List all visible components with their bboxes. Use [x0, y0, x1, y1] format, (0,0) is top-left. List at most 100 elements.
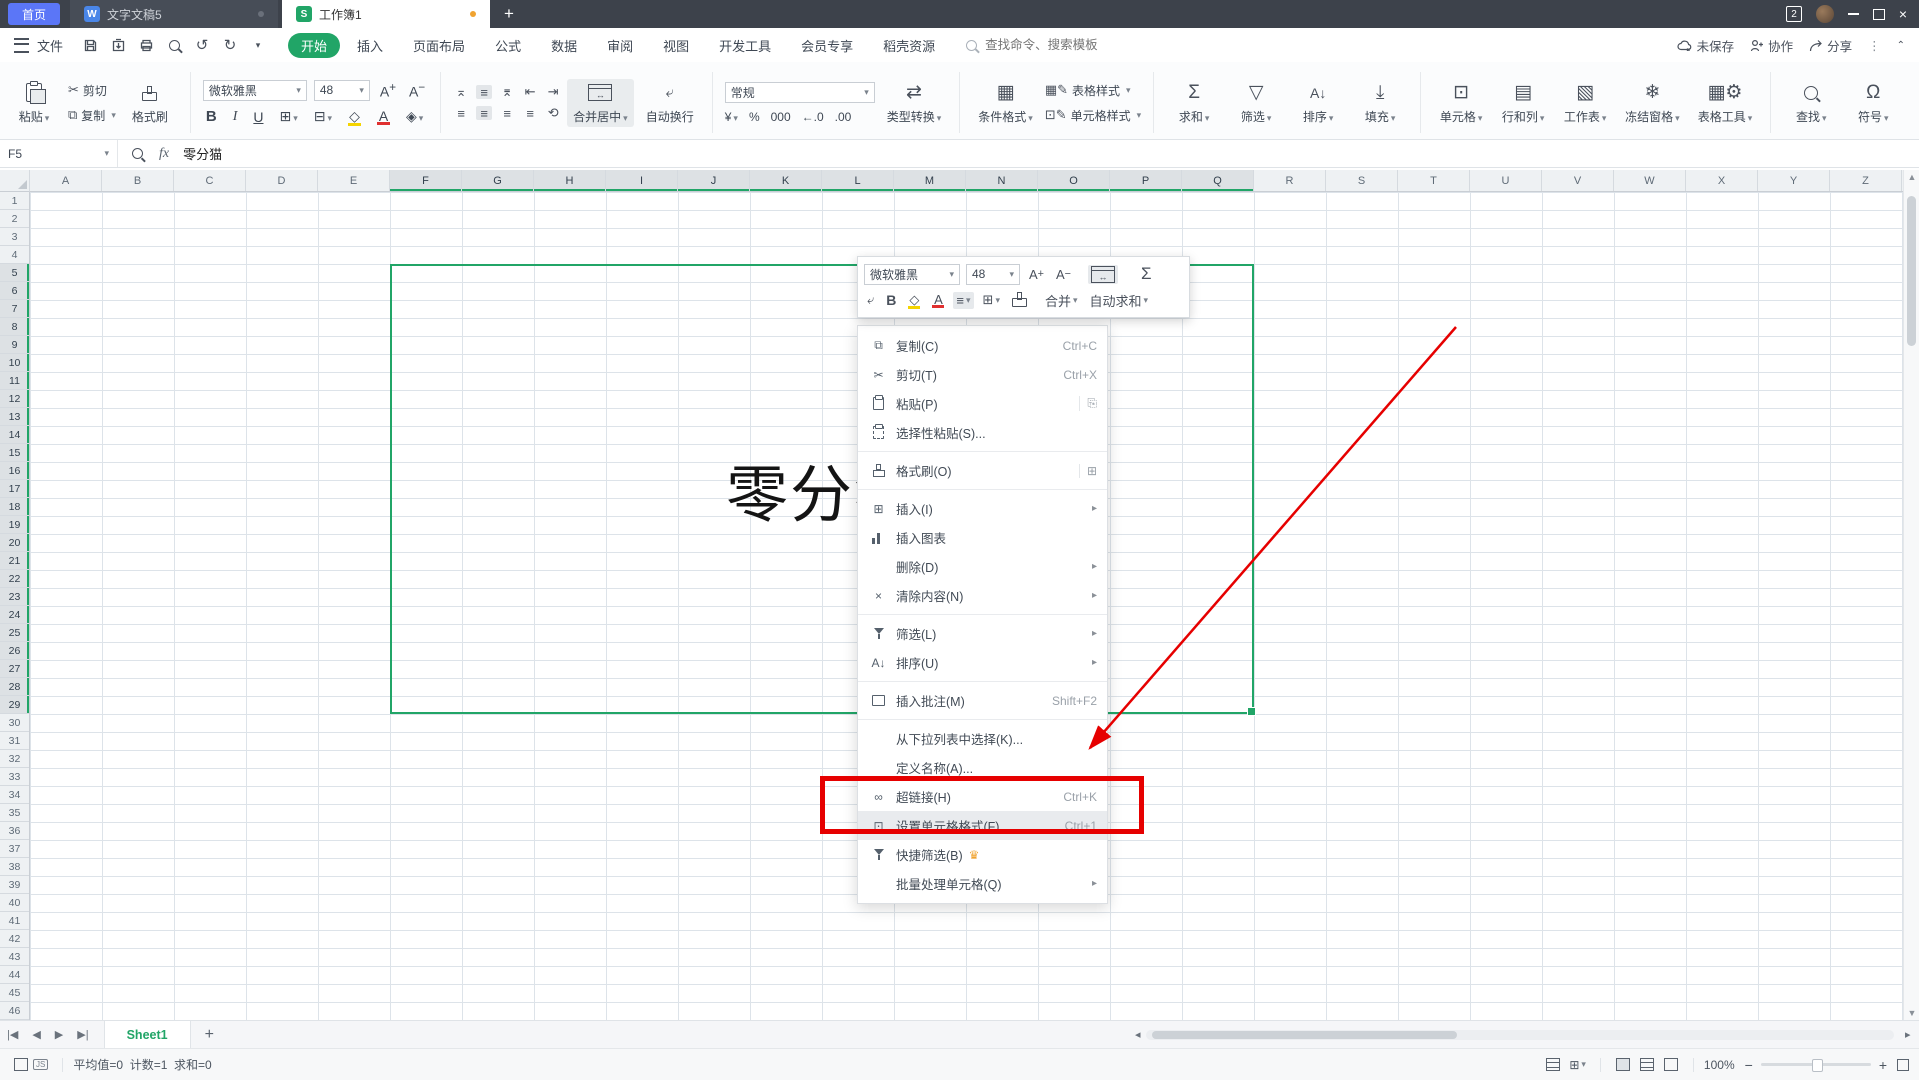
- mini-fill-color-button[interactable]: ◇: [905, 291, 923, 310]
- row-header[interactable]: 20: [0, 534, 29, 552]
- context-menu-item[interactable]: 快捷筛选(B)♛: [858, 840, 1107, 869]
- zoom-level[interactable]: 100%: [1704, 1058, 1735, 1072]
- mini-decrease-font-button[interactable]: A−: [1053, 266, 1074, 283]
- mini-align-button[interactable]: ≡▾: [953, 292, 973, 309]
- column-header[interactable]: L: [822, 170, 894, 191]
- zoom-slider[interactable]: [1761, 1063, 1871, 1066]
- fill-button[interactable]: ⤓ 填充▾: [1352, 79, 1408, 127]
- column-header[interactable]: N: [966, 170, 1038, 191]
- column-header[interactable]: U: [1470, 170, 1542, 191]
- column-header[interactable]: C: [174, 170, 246, 191]
- menu-开始[interactable]: 开始: [288, 33, 340, 58]
- column-header[interactable]: V: [1542, 170, 1614, 191]
- cut-button[interactable]: ✂剪切: [68, 82, 116, 99]
- context-menu-item[interactable]: 筛选(L)▸: [858, 619, 1107, 648]
- row-header[interactable]: 11: [0, 372, 29, 390]
- zoom-out-button[interactable]: −: [1745, 1057, 1753, 1073]
- increase-font-button[interactable]: A+: [377, 81, 399, 100]
- column-header[interactable]: W: [1614, 170, 1686, 191]
- last-sheet-icon[interactable]: ▶|: [70, 1028, 95, 1041]
- text-orientation-icon[interactable]: ⟲: [545, 106, 561, 120]
- row-header[interactable]: 3: [0, 228, 29, 246]
- insert-function-button[interactable]: fx: [159, 146, 169, 162]
- select-all-corner[interactable]: [0, 170, 30, 192]
- row-header[interactable]: 13: [0, 408, 29, 426]
- column-header[interactable]: E: [318, 170, 390, 191]
- column-header[interactable]: T: [1398, 170, 1470, 191]
- row-header[interactable]: 4: [0, 246, 29, 264]
- mini-bold-button[interactable]: B: [883, 291, 899, 309]
- zoom-in-button[interactable]: +: [1879, 1057, 1887, 1073]
- column-header[interactable]: D: [246, 170, 318, 191]
- horizontal-scrollbar[interactable]: [1146, 1030, 1894, 1040]
- row-header[interactable]: 45: [0, 984, 29, 1002]
- column-header[interactable]: A: [30, 170, 102, 191]
- view-page-break-icon[interactable]: [1664, 1058, 1678, 1071]
- context-menu-item[interactable]: 粘贴(P)⎘: [858, 389, 1107, 418]
- row-header[interactable]: 18: [0, 498, 29, 516]
- row-header[interactable]: 24: [0, 606, 29, 624]
- type-convert-button[interactable]: ⇄ 类型转换▾: [881, 79, 948, 127]
- sum-button[interactable]: Σ 求和▾: [1166, 79, 1222, 127]
- undo-button[interactable]: ↺: [193, 36, 211, 54]
- decrease-font-button[interactable]: A−: [406, 81, 428, 100]
- paste-button[interactable]: 粘贴▾: [6, 79, 62, 127]
- horizontal-scroll-thumb[interactable]: [1152, 1031, 1457, 1039]
- row-header[interactable]: 27: [0, 660, 29, 678]
- vertical-scrollbar[interactable]: ▲ ▼: [1903, 170, 1919, 1020]
- character-outline-button[interactable]: ◈▾: [403, 108, 426, 125]
- sort-button[interactable]: A↓ 排序▾: [1290, 79, 1346, 127]
- increase-decimal-button[interactable]: ←.0: [802, 110, 824, 124]
- row-header[interactable]: 12: [0, 390, 29, 408]
- vertical-scroll-thumb[interactable]: [1907, 196, 1916, 346]
- cell-style-button[interactable]: ⊡✎单元格样式▾: [1045, 107, 1141, 124]
- row-header[interactable]: 8: [0, 318, 29, 336]
- align-right-icon[interactable]: ≡: [499, 106, 515, 120]
- add-sheet-button[interactable]: +: [205, 1026, 214, 1044]
- zoom-slider-thumb[interactable]: [1812, 1059, 1823, 1072]
- js-macro-icon[interactable]: JS: [33, 1059, 48, 1070]
- menu-页面布局[interactable]: 页面布局: [400, 33, 478, 58]
- menu-视图[interactable]: 视图: [650, 33, 702, 58]
- formula-input[interactable]: 零分猫: [183, 144, 222, 163]
- copy-button[interactable]: ⧉复制▾: [68, 107, 116, 124]
- symbol-button[interactable]: Ω 符号▾: [1845, 79, 1901, 127]
- row-header[interactable]: 40: [0, 894, 29, 912]
- row-header[interactable]: 22: [0, 570, 29, 588]
- align-top-icon[interactable]: ⌅: [453, 85, 469, 99]
- context-menu-item[interactable]: A↓排序(U)▸: [858, 648, 1107, 677]
- row-header[interactable]: 30: [0, 714, 29, 732]
- percent-format-button[interactable]: %: [749, 110, 760, 124]
- format-painter-button[interactable]: 格式刷: [122, 79, 178, 127]
- row-header[interactable]: 15: [0, 444, 29, 462]
- print-preview-button[interactable]: [165, 36, 183, 54]
- table-style-button[interactable]: ▦✎表格样式▾: [1045, 82, 1141, 99]
- row-header[interactable]: 31: [0, 732, 29, 750]
- row-header[interactable]: 14: [0, 426, 29, 444]
- mini-increase-font-button[interactable]: A+: [1026, 266, 1047, 283]
- context-menu-item[interactable]: 删除(D)▸: [858, 552, 1107, 581]
- align-center-icon[interactable]: ≡: [476, 106, 492, 120]
- tab-spreadsheet-document[interactable]: S 工作簿1: [282, 0, 490, 28]
- underline-button[interactable]: U: [250, 109, 266, 125]
- fill-color-button[interactable]: ◇: [345, 108, 364, 126]
- gridline-options-button[interactable]: ⊞▾: [1569, 1058, 1586, 1072]
- align-middle-icon[interactable]: ≡: [476, 85, 492, 99]
- collaborate-button[interactable]: 协作: [1750, 36, 1793, 55]
- scroll-up-icon[interactable]: ▲: [1904, 172, 1919, 182]
- mini-format-painter-button[interactable]: [1009, 292, 1030, 308]
- align-left-icon[interactable]: ≡: [453, 106, 469, 120]
- tab-writer-document[interactable]: W 文字文稿5: [70, 0, 278, 28]
- format-painter-lock-icon[interactable]: ⊞: [1079, 464, 1097, 478]
- row-header[interactable]: 5: [0, 264, 29, 282]
- table-view-icon[interactable]: [1546, 1058, 1560, 1071]
- mini-wrap-text-icon[interactable]: ⤶: [864, 291, 877, 309]
- save-button[interactable]: [81, 36, 99, 54]
- column-header[interactable]: P: [1110, 170, 1182, 191]
- row-header[interactable]: 28: [0, 678, 29, 696]
- name-box[interactable]: F5 ▾: [0, 140, 118, 167]
- zoom-formula-icon[interactable]: [128, 145, 146, 163]
- view-normal-icon[interactable]: [1616, 1058, 1630, 1071]
- row-header[interactable]: 10: [0, 354, 29, 372]
- window-manager-badge[interactable]: 2: [1786, 6, 1802, 22]
